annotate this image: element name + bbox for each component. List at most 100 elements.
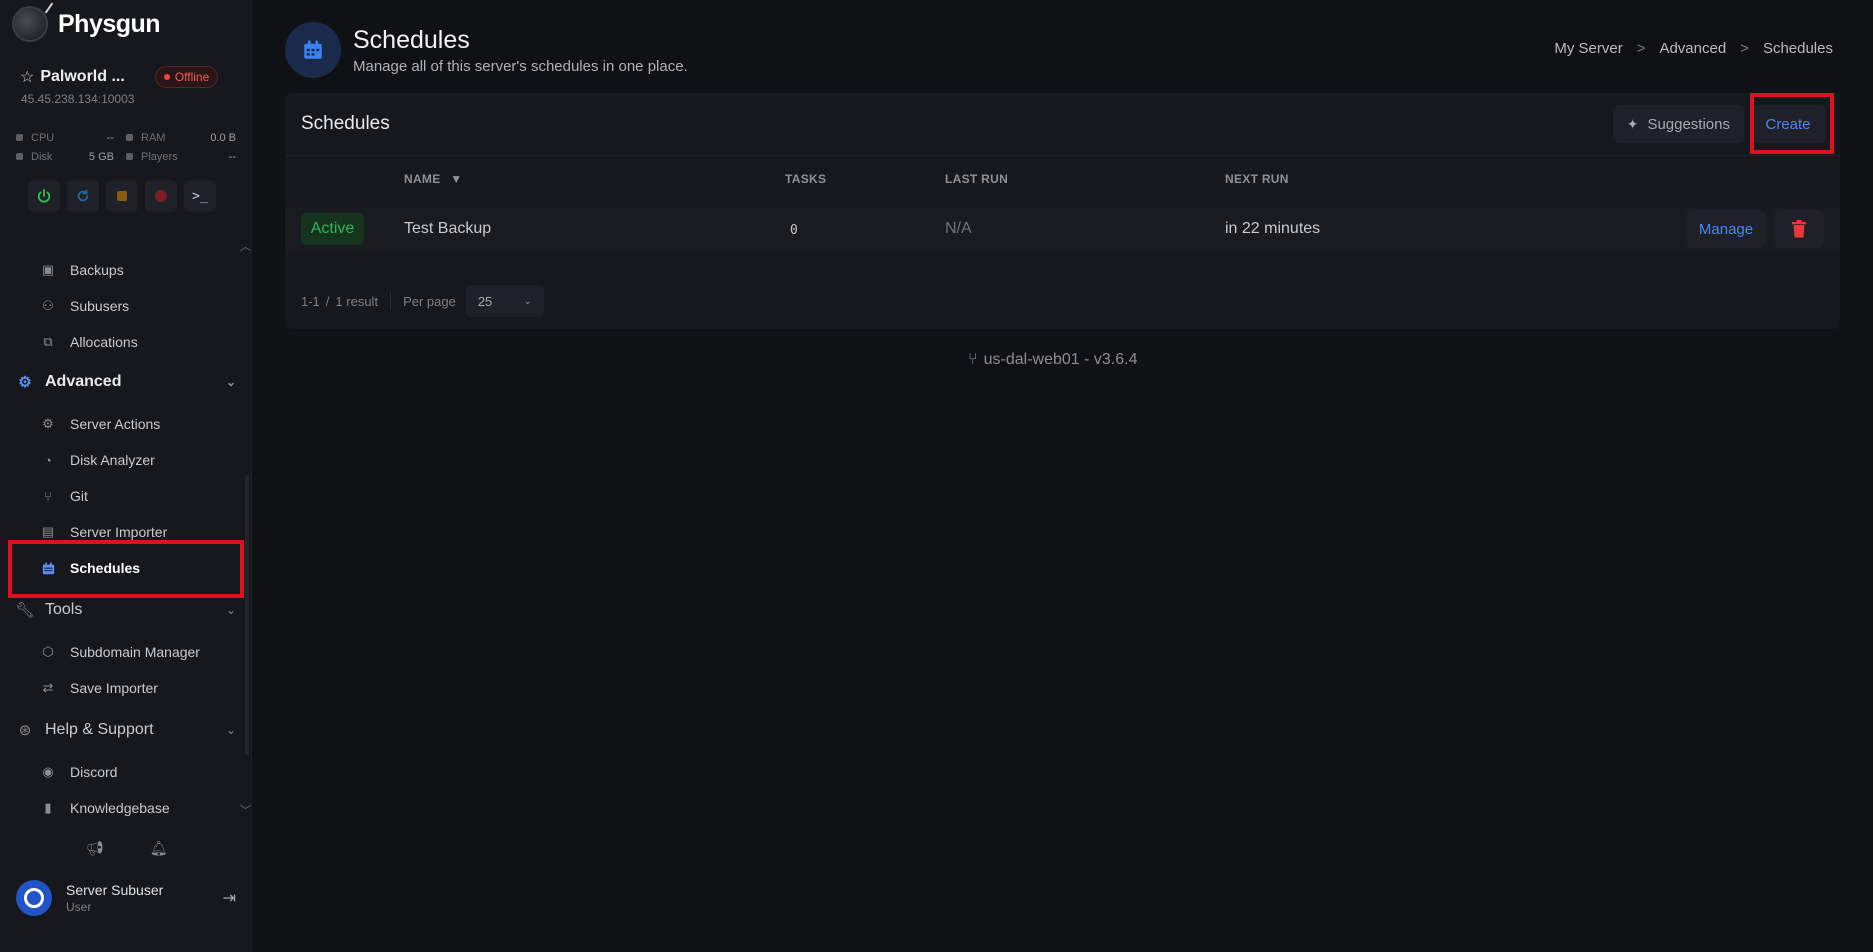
gears-icon: ⚙: [42, 416, 54, 431]
magic-wand-icon: ✦: [1626, 115, 1639, 132]
sidebar-item-label: Subusers: [70, 298, 130, 314]
book-icon: ▮: [44, 800, 52, 815]
console-button[interactable]: >_: [184, 180, 216, 212]
sidebar-scrollbar[interactable]: [245, 475, 249, 755]
page-header: Schedules Manage all of this server's sc…: [285, 22, 688, 78]
sidebar-item-disk-analyzer[interactable]: ◔ Disk Analyzer: [40, 448, 155, 472]
server-name: Palworld ...: [40, 68, 125, 85]
schedule-tasks: 0: [790, 223, 798, 238]
sidebar-item-backups[interactable]: ▣ Backups: [40, 258, 124, 282]
sidebar-item-subdomain-manager[interactable]: ⬡ Subdomain Manager: [40, 640, 200, 664]
stop-button[interactable]: [106, 180, 138, 212]
suggestions-label: Suggestions: [1647, 115, 1730, 133]
stat-label: RAM: [141, 131, 166, 144]
sidebar-section-label: Tools: [45, 601, 83, 618]
filter-icon[interactable]: ▼: [450, 172, 462, 186]
per-page-value: 25: [477, 293, 493, 309]
brand-logo[interactable]: Physgun: [12, 6, 161, 42]
avatar: [16, 880, 52, 916]
sidebar-item-save-importer[interactable]: ⇄ Save Importer: [40, 676, 158, 700]
breadcrumb-separator: >: [1636, 40, 1646, 57]
per-page-label: Per page: [403, 293, 456, 309]
server-address[interactable]: 45.45.238.134:10003: [21, 92, 240, 106]
status-dot-icon: [163, 74, 170, 80]
pie-chart-icon: ◔: [44, 452, 52, 468]
stat-ram: RAM 0.0 B: [126, 132, 236, 144]
suggestions-button[interactable]: ✦ Suggestions: [1612, 105, 1744, 143]
breadcrumb-separator: >: [1740, 40, 1749, 57]
stat-value: --: [228, 150, 236, 163]
kill-button[interactable]: [145, 180, 177, 212]
table-row[interactable]: Active Test Backup 0 N/A in 22 minutes M…: [285, 205, 1840, 253]
terminal-icon: >_: [192, 188, 208, 204]
schedule-next-run: in 22 minutes: [1225, 220, 1321, 237]
pagination-range: 1-1: [301, 293, 320, 309]
server-card[interactable]: ☆ Palworld ... Offline 45.45.238.134:100…: [12, 66, 240, 106]
sidebar-section-tools[interactable]: 🔧︎ Tools ⌄: [15, 597, 236, 623]
sidebar-item-subusers[interactable]: ⚇ Subusers: [40, 294, 129, 318]
logout-icon[interactable]: ⇥: [223, 888, 236, 908]
stat-label: Disk: [31, 150, 53, 163]
calendar-icon: [304, 40, 322, 59]
sidebar-section-help-support[interactable]: ⊛ Help & Support ⌄: [16, 717, 236, 743]
per-page-select[interactable]: 25 ⌄: [465, 285, 544, 317]
lifebuoy-icon: ⊛: [18, 722, 32, 739]
breadcrumb: My Server > Advanced > Schedules: [1554, 40, 1833, 57]
restart-button[interactable]: [67, 180, 99, 212]
brand-name: Physgun: [58, 9, 161, 38]
user-name: Server Subuser: [66, 882, 164, 898]
stat-label: Players: [141, 150, 178, 163]
git-branch-icon: ⑂: [44, 488, 52, 504]
stat-value: --: [106, 131, 114, 144]
megaphone-icon[interactable]: 📢︎: [86, 840, 104, 857]
delete-button[interactable]: [1774, 210, 1824, 248]
version-text: us-dal-web01 - v3.6.4: [983, 351, 1138, 368]
sidebar-section-label: Help & Support: [45, 721, 154, 738]
scroll-down-icon[interactable]: ﹀: [240, 802, 251, 818]
sidebar-item-label: Git: [70, 488, 88, 504]
restart-icon: [77, 189, 89, 202]
scroll-up-icon[interactable]: ︿: [240, 238, 251, 254]
card-title: Schedules: [301, 113, 390, 134]
stat-players: Players --: [126, 151, 236, 163]
stat-value: 5 GB: [88, 150, 114, 163]
sidebar-item-server-actions[interactable]: ⚙ Server Actions: [40, 412, 160, 436]
sidebar-item-knowledgebase[interactable]: ▮ Knowledgebase: [40, 796, 169, 820]
sidebar-section-label: Advanced: [45, 373, 122, 390]
server-stats: CPU -- RAM 0.0 B Disk 5 GB Players --: [16, 128, 236, 166]
column-header-name[interactable]: NAME ▼: [404, 172, 462, 186]
status-badge: Active: [301, 213, 364, 245]
sidebar-section-advanced[interactable]: ⚙ Advanced ⌄: [16, 369, 236, 395]
exchange-icon: ⇄: [42, 680, 54, 695]
cpu-icon: [16, 134, 23, 141]
table-header: NAME ▼ TASKS LAST RUN NEXT RUN: [285, 155, 1840, 197]
chevron-down-icon: ⌄: [523, 295, 532, 307]
ram-icon: [126, 134, 133, 141]
column-header-last-run: LAST RUN: [945, 172, 1009, 186]
user-menu[interactable]: Server Subuser User ⇥: [16, 880, 236, 916]
sidebar-item-allocations[interactable]: ⧉ Allocations: [40, 330, 137, 354]
schedule-last-run: N/A: [945, 220, 972, 237]
page-icon: [285, 22, 341, 78]
start-button[interactable]: [28, 180, 60, 212]
sidebar: Physgun ☆ Palworld ... Offline 45.45.238…: [0, 0, 252, 952]
sidebar-item-discord[interactable]: ◉ Discord: [40, 760, 117, 784]
sidebar-item-label: Server Importer: [70, 524, 168, 540]
sidebar-item-label: Subdomain Manager: [70, 644, 200, 660]
bell-icon[interactable]: 🔔︎: [150, 840, 168, 857]
users-icon: ⚇: [42, 298, 54, 313]
chevron-down-icon: ⌄: [225, 375, 236, 389]
players-icon: [126, 153, 133, 160]
stat-label: CPU: [31, 131, 55, 144]
sidebar-item-label: Discord: [70, 764, 118, 780]
page-subtitle: Manage all of this server's schedules in…: [353, 57, 688, 75]
highlight-create: [1750, 93, 1834, 154]
chevron-down-icon: ⌄: [225, 723, 236, 737]
manage-button[interactable]: Manage: [1686, 210, 1766, 248]
breadcrumb-item[interactable]: My Server: [1554, 40, 1622, 57]
schedule-name: Test Backup: [404, 220, 492, 237]
trash-icon: [1792, 220, 1806, 238]
breadcrumb-item[interactable]: Advanced: [1659, 40, 1726, 57]
star-icon[interactable]: ☆: [20, 67, 34, 87]
sidebar-item-git[interactable]: ⑂ Git: [40, 484, 88, 508]
